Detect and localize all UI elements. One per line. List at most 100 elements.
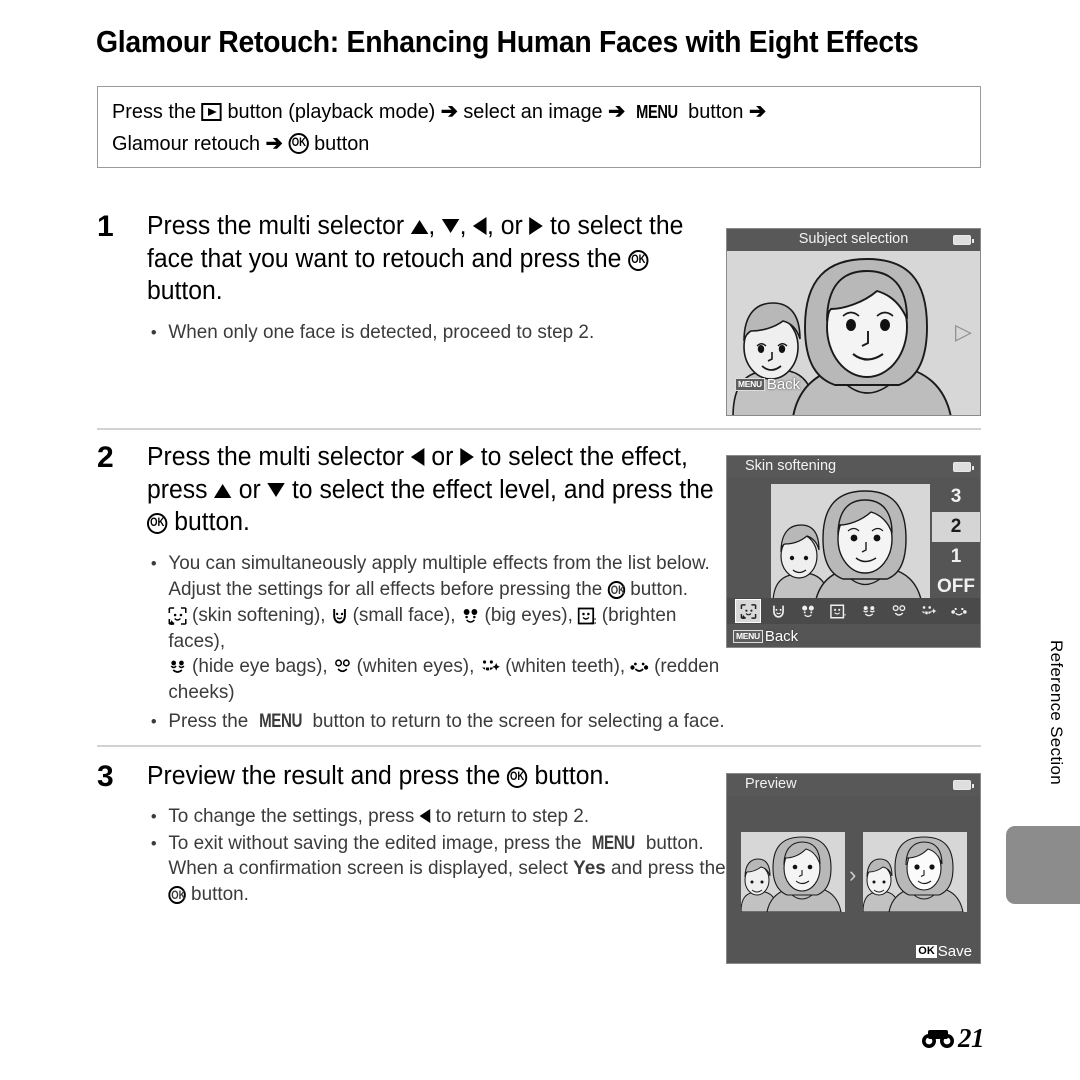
screen-titlebar: Subject selection bbox=[727, 229, 980, 251]
list-item: To exit without saving the edited image,… bbox=[147, 831, 739, 908]
small-face-icon bbox=[332, 609, 346, 624]
step-3-head-a: Preview the result and press the bbox=[147, 762, 501, 790]
intro-line1-a: Press the bbox=[112, 100, 197, 123]
right-triangle-icon bbox=[529, 217, 544, 235]
whiten-teeth-icon bbox=[481, 660, 500, 671]
list-item: You can simultaneously apply multiple ef… bbox=[147, 551, 729, 602]
right-triangle-icon bbox=[460, 448, 474, 466]
redden-cheeks-icon bbox=[630, 662, 649, 672]
back-button[interactable]: MENU Back bbox=[733, 628, 798, 645]
effect-slot-skin-softening[interactable] bbox=[735, 599, 762, 623]
step-3-number: 3 bbox=[97, 760, 114, 793]
effects-list: (skin softening), (small face), (big eye… bbox=[147, 603, 729, 705]
step-2-number: 2 bbox=[97, 441, 114, 474]
screen-preview: Preview › OK Save bbox=[726, 773, 981, 964]
effect-label: (whiten teeth), bbox=[505, 655, 626, 677]
manual-page: Glamour Retouch: Enhancing Human Faces w… bbox=[0, 0, 1080, 1080]
effect-slot-small-face[interactable] bbox=[766, 600, 790, 622]
compare-arrow-icon: › bbox=[849, 862, 857, 887]
step-3-bullets: To change the settings, press to return … bbox=[147, 804, 757, 908]
battery-icon bbox=[953, 462, 974, 472]
yes-option-text: Yes bbox=[573, 857, 606, 879]
battery-icon bbox=[953, 780, 974, 790]
whiten-eyes-icon bbox=[334, 659, 350, 673]
list-item: Press the MENU button to return to the s… bbox=[147, 709, 729, 735]
intro-line2-b: button bbox=[314, 132, 370, 155]
ok-chip-icon: OK bbox=[916, 945, 937, 958]
down-triangle-icon bbox=[442, 219, 460, 233]
level-option[interactable]: 3 bbox=[932, 482, 980, 512]
ok-button-icon bbox=[607, 580, 625, 599]
left-triangle-icon bbox=[473, 217, 487, 235]
effect-label: (skin softening), bbox=[192, 604, 326, 626]
level-option-selected[interactable]: 2 bbox=[932, 512, 980, 542]
side-tab bbox=[1006, 826, 1080, 904]
page-title: Glamour Retouch: Enhancing Human Faces w… bbox=[96, 25, 919, 59]
screen-subject-selection: Subject selection ▷ MENU Back bbox=[726, 228, 981, 416]
brighten-faces-icon bbox=[578, 607, 597, 625]
arrow-icon: ➔ bbox=[440, 100, 458, 123]
section-divider bbox=[97, 745, 981, 747]
side-tab-label: Reference Section bbox=[1047, 640, 1066, 785]
intro-text: Press the button (playback mode) ➔ selec… bbox=[112, 96, 942, 160]
section-divider bbox=[97, 428, 981, 430]
effect-slot-brighten-faces[interactable] bbox=[826, 600, 850, 622]
or-text: or bbox=[431, 443, 454, 471]
screen-body: MENU Back bbox=[727, 251, 980, 415]
sep: , or bbox=[486, 212, 523, 240]
screen-body: 3 2 1 OFF MENU Back bbox=[727, 478, 980, 647]
whiten-eyes-icon bbox=[892, 604, 906, 616]
bullet-text: button. bbox=[191, 882, 249, 905]
list-item: When only one face is detected, proceed … bbox=[147, 320, 729, 346]
sep: , bbox=[428, 212, 436, 240]
menu-chip-icon: MENU bbox=[735, 378, 765, 391]
bullet-text: To exit without saving the edited image,… bbox=[168, 831, 582, 854]
intro-box: Press the button (playback mode) ➔ selec… bbox=[97, 86, 981, 168]
skin-softening-icon bbox=[740, 603, 756, 619]
up-triangle-icon bbox=[214, 483, 232, 498]
ok-button-icon bbox=[147, 513, 168, 534]
right-arrow-icon[interactable] bbox=[955, 321, 972, 343]
step-3-heading: Preview the result and press the button. bbox=[147, 760, 729, 793]
arrow-icon: ➔ bbox=[265, 132, 283, 155]
level-option[interactable]: 1 bbox=[932, 542, 980, 572]
page-number-text: 21 bbox=[958, 1023, 985, 1053]
effect-label: (whiten eyes), bbox=[356, 655, 475, 677]
effect-slot-hide-eye-bags[interactable] bbox=[857, 600, 881, 622]
screen-titlebar: Skin softening bbox=[727, 456, 980, 478]
bullet-text: To change the settings, press bbox=[168, 805, 415, 827]
effect-slot-whiten-teeth[interactable] bbox=[917, 600, 941, 622]
menu-chip-icon: MENU bbox=[733, 630, 763, 643]
effect-slot-redden-cheeks[interactable] bbox=[947, 600, 971, 622]
left-triangle-icon bbox=[410, 448, 425, 466]
step-2-head-c: to select the effect level, and press th… bbox=[291, 475, 714, 504]
before-photo bbox=[741, 832, 845, 912]
screen-title: Skin softening bbox=[745, 458, 837, 474]
bullet-text: button. bbox=[630, 577, 689, 600]
step-2-head-a: Press the multi selector bbox=[147, 443, 405, 471]
ok-button-icon bbox=[288, 133, 309, 154]
bullet-text: and press the bbox=[610, 857, 726, 879]
effect-label: (hide eye bags), bbox=[192, 655, 328, 677]
brighten-faces-icon bbox=[830, 604, 847, 618]
bullet-text: When only one face is detected, proceed … bbox=[168, 321, 595, 343]
save-button[interactable]: OK Save bbox=[916, 943, 972, 960]
ok-button-icon bbox=[507, 767, 528, 788]
arrow-icon: ➔ bbox=[748, 100, 766, 123]
effect-label: (small face), bbox=[352, 604, 456, 626]
redden-cheeks-icon bbox=[951, 607, 967, 615]
effect-icon-bar[interactable] bbox=[727, 598, 980, 624]
back-button[interactable]: MENU Back bbox=[735, 376, 800, 393]
effect-slot-big-eyes[interactable] bbox=[796, 600, 820, 622]
battery-icon bbox=[953, 235, 974, 245]
effect-level-selector[interactable]: 3 2 1 OFF bbox=[932, 482, 980, 602]
page-number: 21 bbox=[921, 1023, 985, 1054]
effect-slot-whiten-eyes[interactable] bbox=[887, 600, 911, 622]
back-label: Back bbox=[766, 376, 801, 393]
screen-title: Subject selection bbox=[798, 231, 909, 247]
sep: , bbox=[459, 212, 467, 240]
step-3-head-b: button. bbox=[534, 762, 611, 790]
reference-mark-icon bbox=[922, 1029, 954, 1048]
skin-softening-icon bbox=[168, 607, 187, 625]
step-1-number: 1 bbox=[97, 210, 114, 243]
